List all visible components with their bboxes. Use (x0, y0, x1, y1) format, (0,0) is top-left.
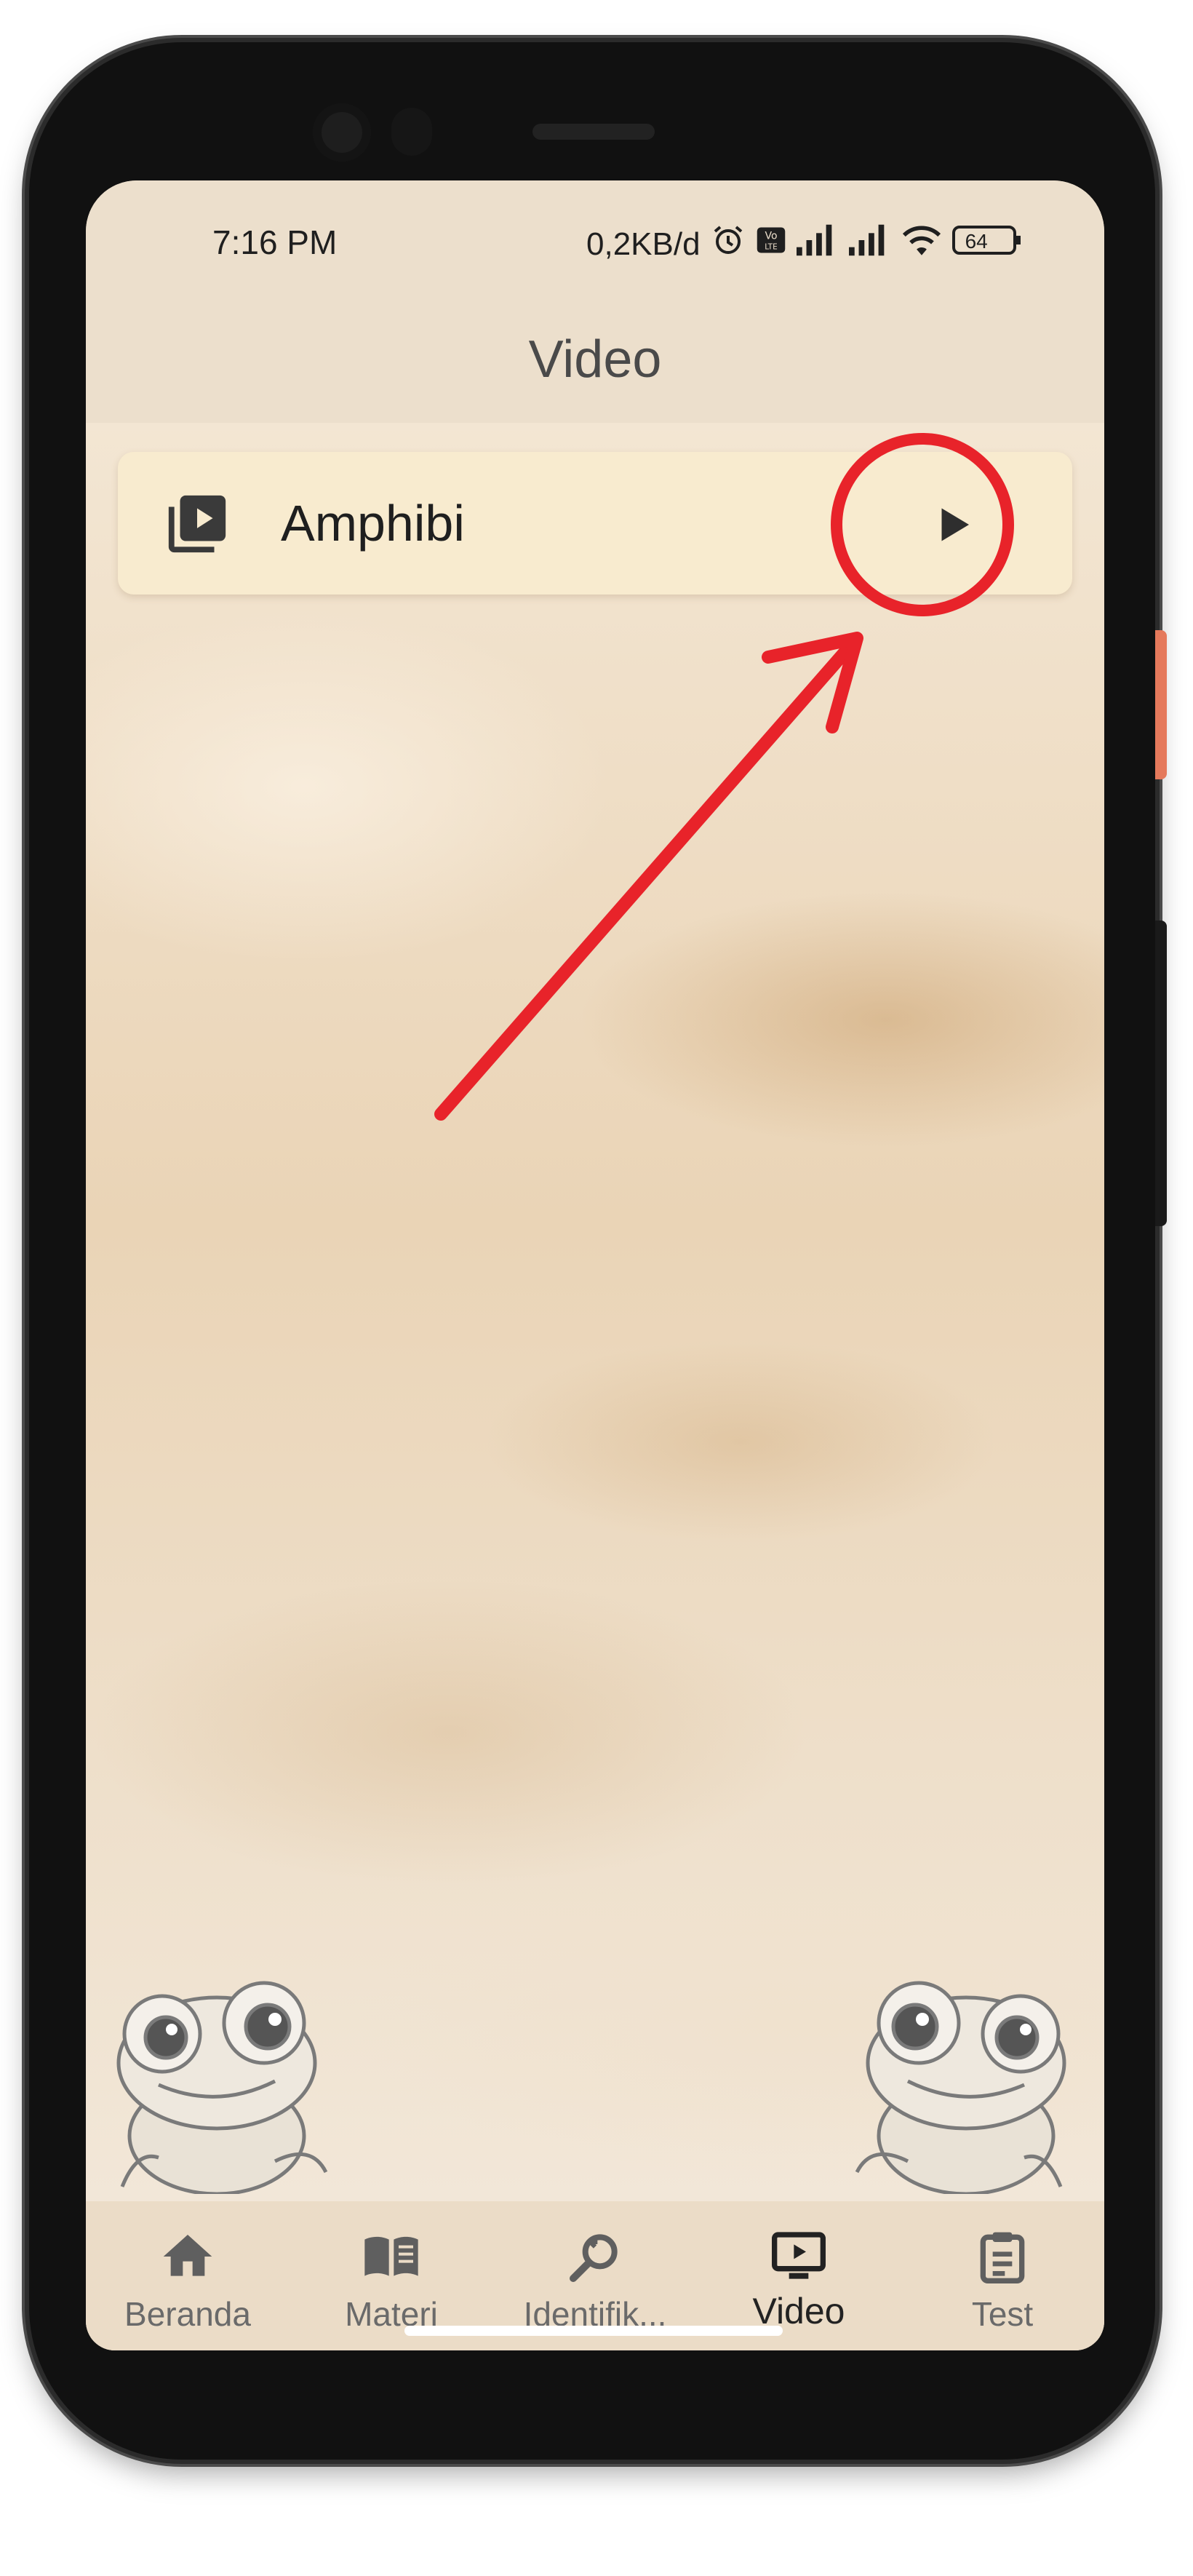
video-title: Amphibi (281, 495, 465, 552)
proximity-sensor (391, 108, 432, 156)
app-bar: Video (86, 301, 1104, 423)
wifi-icon (901, 223, 942, 265)
video-list-area: Amphibi (86, 423, 1104, 2201)
alarm-icon (711, 223, 746, 266)
svg-text:LTE: LTE (765, 242, 777, 251)
tv-play-icon (770, 2227, 828, 2286)
volume-button (1155, 630, 1167, 779)
annotation-overlay (434, 433, 1014, 1121)
svg-text:Vo: Vo (765, 230, 777, 242)
nav-item-test[interactable]: Test (901, 2201, 1104, 2350)
front-camera (313, 103, 371, 162)
status-indicators: 0,2KB/d Vo LTE 64 (586, 223, 1022, 266)
video-list-item[interactable]: Amphibi (118, 452, 1072, 595)
nav-item-beranda[interactable]: Beranda (86, 2201, 290, 2350)
status-time: 7:16 PM (212, 223, 338, 261)
data-rate: 0,2KB/d (586, 226, 701, 262)
play-button[interactable] (911, 481, 998, 568)
nav-label: Test (971, 2295, 1034, 2333)
nav-label: Beranda (124, 2295, 251, 2333)
signal-icon (796, 224, 839, 264)
clipboard-icon (973, 2227, 1032, 2286)
book-icon (362, 2227, 420, 2286)
signal-icon (848, 224, 891, 264)
earpiece-speaker (532, 124, 655, 140)
status-bar: 7:16 PM 0,2KB/d Vo LTE 64 (86, 180, 1104, 301)
home-icon (159, 2227, 217, 2286)
page-title: Video (528, 330, 662, 389)
volte-icon: Vo LTE (756, 225, 786, 263)
video-library-icon (163, 490, 231, 558)
frog-illustration-left (116, 1981, 328, 2194)
power-button (1155, 921, 1167, 1226)
phone-screen: 7:16 PM 0,2KB/d Vo LTE 64 Video Amphibi … (86, 180, 1104, 2350)
search-zoom-icon (566, 2227, 624, 2286)
frog-illustration-right (855, 1981, 1066, 2194)
play-icon (941, 508, 969, 541)
pointer-arrow-head (762, 632, 863, 734)
pointer-arrow-line (434, 642, 855, 1121)
battery-icon: 64 (951, 224, 1022, 264)
battery-level: 64 (965, 230, 988, 253)
home-indicator[interactable] (404, 2326, 783, 2336)
